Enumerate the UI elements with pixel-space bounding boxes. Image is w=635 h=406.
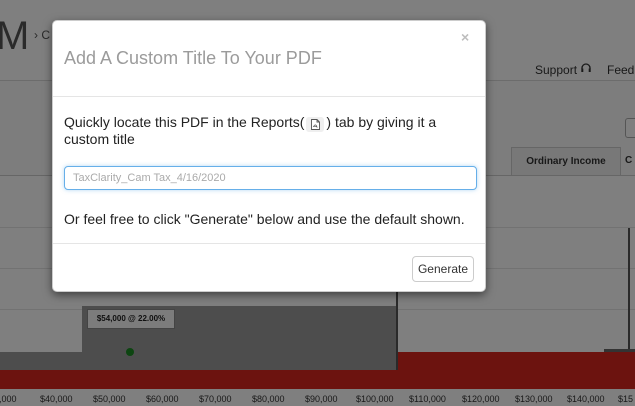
modal-footer: Generate bbox=[53, 243, 485, 292]
modal-body: Quickly locate this PDF in the Reports()… bbox=[53, 97, 485, 243]
description-text: Quickly locate this PDF in the Reports( bbox=[64, 114, 305, 130]
modal-header: Add A Custom Title To Your PDF × bbox=[53, 21, 485, 97]
modal-title: Add A Custom Title To Your PDF bbox=[64, 48, 322, 68]
custom-title-modal: Add A Custom Title To Your PDF × Quickly… bbox=[52, 20, 486, 292]
modal-description: Quickly locate this PDF in the Reports()… bbox=[64, 115, 474, 147]
pdf-title-input[interactable] bbox=[64, 166, 477, 190]
default-note: Or feel free to click "Generate" below a… bbox=[64, 211, 465, 227]
close-button[interactable]: × bbox=[461, 29, 469, 45]
file-pdf-icon bbox=[306, 117, 325, 132]
generate-button[interactable]: Generate bbox=[412, 256, 474, 282]
